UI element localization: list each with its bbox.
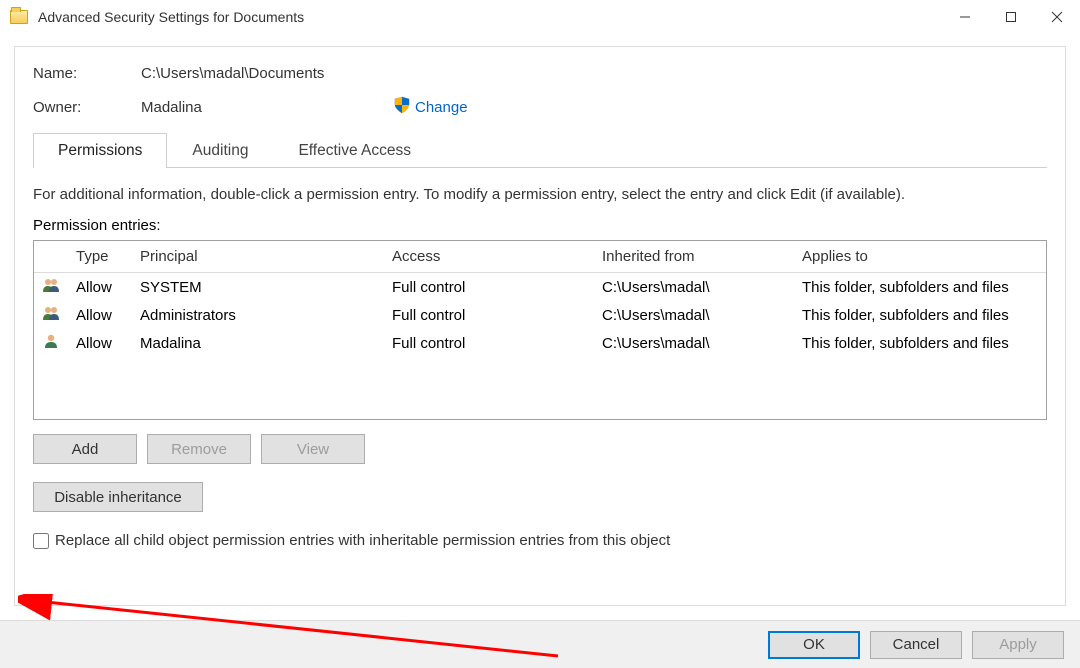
- owner-label: Owner:: [33, 99, 141, 116]
- owner-value: Madalina: [141, 99, 393, 116]
- col-applies[interactable]: Applies to: [794, 244, 1046, 269]
- cell-applies: This folder, subfolders and files: [794, 333, 1046, 354]
- cell-principal: Madalina: [132, 333, 384, 354]
- cell-type: Allow: [68, 305, 132, 326]
- cell-inherited: C:\Users\madal\: [594, 333, 794, 354]
- group-icon: [42, 278, 60, 292]
- group-icon: [42, 306, 60, 320]
- window-controls: [942, 0, 1080, 34]
- owner-row: Owner: Madalina Change: [33, 96, 1047, 118]
- cell-type: Allow: [68, 277, 132, 298]
- col-type[interactable]: Type: [68, 244, 132, 269]
- remove-button[interactable]: Remove: [147, 434, 251, 464]
- cell-type: Allow: [68, 333, 132, 354]
- instructions-text: For additional information, double-click…: [33, 186, 1047, 203]
- bottom-bar: OK Cancel Apply: [0, 620, 1080, 668]
- permissions-grid: Type Principal Access Inherited from App…: [33, 240, 1047, 420]
- col-inherited[interactable]: Inherited from: [594, 244, 794, 269]
- col-access[interactable]: Access: [384, 244, 594, 269]
- close-icon: [1051, 11, 1063, 23]
- replace-child-entries-checkbox[interactable]: [33, 533, 49, 549]
- cell-inherited: C:\Users\madal\: [594, 277, 794, 298]
- col-principal[interactable]: Principal: [132, 244, 384, 269]
- cell-access: Full control: [384, 333, 594, 354]
- name-label: Name:: [33, 65, 141, 82]
- name-row: Name: C:\Users\madal\Documents: [33, 65, 1047, 82]
- disable-inheritance-button[interactable]: Disable inheritance: [33, 482, 203, 512]
- grid-header: Type Principal Access Inherited from App…: [34, 241, 1046, 273]
- ok-button[interactable]: OK: [768, 631, 860, 659]
- shield-icon: [393, 96, 411, 118]
- cell-applies: This folder, subfolders and files: [794, 277, 1046, 298]
- cell-access: Full control: [384, 277, 594, 298]
- table-row[interactable]: Allow Madalina Full control C:\Users\mad…: [34, 329, 1046, 357]
- cell-inherited: C:\Users\madal\: [594, 305, 794, 326]
- view-button[interactable]: View: [261, 434, 365, 464]
- name-value: C:\Users\madal\Documents: [141, 65, 1047, 82]
- tab-auditing[interactable]: Auditing: [167, 133, 273, 168]
- close-button[interactable]: [1034, 0, 1080, 34]
- table-row[interactable]: Allow Administrators Full control C:\Use…: [34, 301, 1046, 329]
- replace-child-entries-label: Replace all child object permission entr…: [55, 532, 670, 549]
- folder-icon: [10, 10, 28, 24]
- main-panel: Name: C:\Users\madal\Documents Owner: Ma…: [14, 46, 1066, 606]
- maximize-button[interactable]: [988, 0, 1034, 34]
- window-title: Advanced Security Settings for Documents: [38, 9, 942, 25]
- tab-effective-access[interactable]: Effective Access: [273, 133, 436, 168]
- cancel-button[interactable]: Cancel: [870, 631, 962, 659]
- maximize-icon: [1005, 11, 1017, 23]
- titlebar: Advanced Security Settings for Documents: [0, 0, 1080, 34]
- cell-principal: Administrators: [132, 305, 384, 326]
- user-icon: [42, 334, 60, 348]
- change-owner-link[interactable]: Change: [415, 99, 468, 116]
- entries-label: Permission entries:: [33, 217, 1047, 234]
- tab-permissions[interactable]: Permissions: [33, 133, 167, 168]
- minimize-button[interactable]: [942, 0, 988, 34]
- cell-access: Full control: [384, 305, 594, 326]
- add-button[interactable]: Add: [33, 434, 137, 464]
- cell-principal: SYSTEM: [132, 277, 384, 298]
- apply-button[interactable]: Apply: [972, 631, 1064, 659]
- tabs: Permissions Auditing Effective Access: [33, 132, 1047, 168]
- minimize-icon: [959, 11, 971, 23]
- cell-applies: This folder, subfolders and files: [794, 305, 1046, 326]
- table-row[interactable]: Allow SYSTEM Full control C:\Users\madal…: [34, 273, 1046, 301]
